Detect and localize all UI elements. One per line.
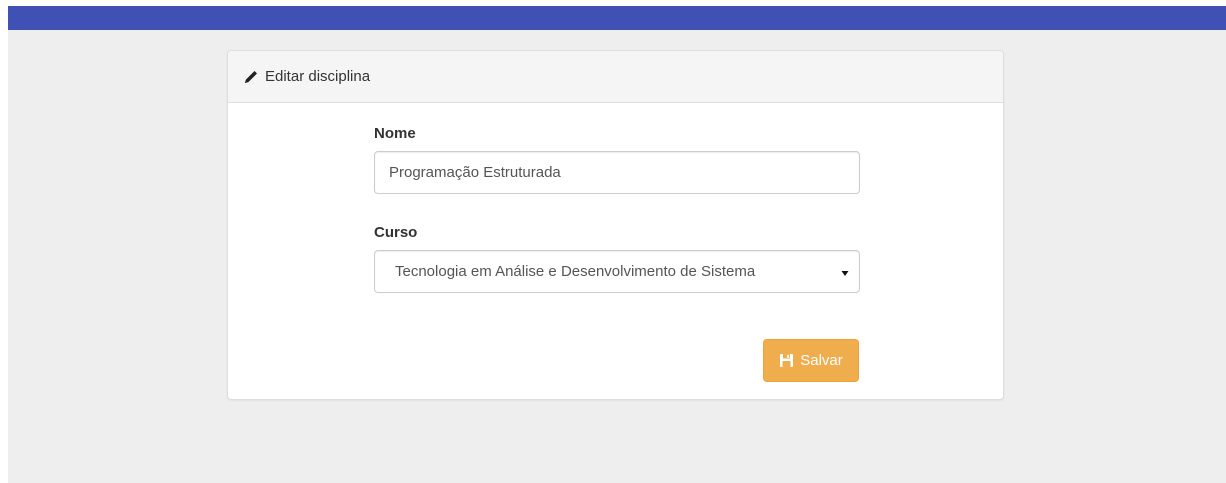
save-button-label: Salvar (800, 352, 843, 369)
form-actions: Salvar (763, 339, 859, 382)
curso-selected-value: Tecnologia em Análise e Desenvolvimento … (395, 263, 756, 280)
nome-label: Nome (374, 125, 416, 142)
nome-input[interactable]: Programação Estruturada (374, 151, 860, 194)
save-button[interactable]: Salvar (763, 339, 859, 382)
curso-group: Curso Tecnologia em Análise e Desenvolvi… (374, 224, 860, 293)
panel-heading: Editar disciplina (228, 51, 1003, 103)
top-navbar (8, 6, 1226, 30)
page-content: Editar disciplina Nome Programação Estru… (8, 30, 1226, 483)
curso-label: Curso (374, 224, 418, 241)
edit-discipline-form: Nome Programação Estruturada Curso Tecno… (374, 125, 860, 323)
floppy-disk-icon (779, 353, 794, 368)
curso-select[interactable]: Tecnologia em Análise e Desenvolvimento … (374, 250, 860, 293)
panel-title: Editar disciplina (265, 68, 371, 85)
edit-discipline-panel: Editar disciplina Nome Programação Estru… (227, 50, 1004, 400)
nome-group: Nome Programação Estruturada (374, 125, 860, 194)
dropdown-arrow-icon (840, 265, 850, 276)
pencil-icon (243, 69, 259, 85)
